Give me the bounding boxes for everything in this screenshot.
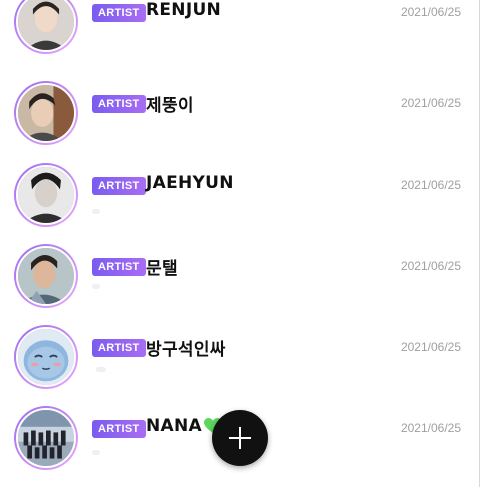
avatar[interactable] xyxy=(14,0,78,54)
artist-list-screen: ARTIST RENJUN 2021/06/25 ARTIST 제뚱이 2021… xyxy=(0,0,480,487)
profile-photo-icon xyxy=(16,165,76,225)
artist-badge: ARTIST xyxy=(92,4,146,22)
artist-badge: ARTIST xyxy=(92,177,146,195)
avatar[interactable] xyxy=(14,244,78,308)
post-date: 2021/06/25 xyxy=(400,421,461,435)
artist-name: RENJUN xyxy=(146,0,222,20)
post-date: 2021/06/25 xyxy=(400,259,461,273)
list-item[interactable]: ARTIST JAEHYUN 2021/06/25 xyxy=(0,163,474,244)
artist-name: 방구석인싸 xyxy=(146,340,226,360)
artist-name: NANA xyxy=(146,416,202,436)
cartoon-character-icon xyxy=(16,327,76,387)
plus-icon xyxy=(229,427,251,449)
avatar[interactable] xyxy=(14,81,78,145)
profile-photo-icon xyxy=(16,83,76,143)
artist-badge: ARTIST xyxy=(92,258,146,276)
blurred-preview xyxy=(96,367,106,372)
blurred-preview xyxy=(92,450,100,455)
list-item[interactable]: ARTIST 방구석인싸 2021/06/25 xyxy=(0,325,474,406)
artist-badge: ARTIST xyxy=(92,339,146,357)
avatar[interactable] xyxy=(14,406,78,470)
avatar[interactable] xyxy=(14,325,78,389)
post-date: 2021/06/25 xyxy=(400,96,461,110)
add-button[interactable] xyxy=(212,410,268,466)
artist-name: 제뚱이 xyxy=(146,96,194,116)
blurred-preview xyxy=(92,209,100,214)
post-date: 2021/06/25 xyxy=(400,178,461,192)
avatar[interactable] xyxy=(14,163,78,227)
artist-badge: ARTIST xyxy=(92,420,146,438)
list-item[interactable]: ARTIST 문탤 2021/06/25 xyxy=(0,244,474,325)
profile-photo-icon xyxy=(16,246,76,306)
artist-name: JAEHYUN xyxy=(146,173,234,193)
blurred-preview xyxy=(92,284,100,289)
profile-photo-icon xyxy=(16,0,76,52)
list-item[interactable]: ARTIST RENJUN 2021/06/25 xyxy=(0,0,474,71)
group-photo-icon xyxy=(16,408,76,468)
artist-name-row: NANA xyxy=(146,416,222,436)
post-date: 2021/06/25 xyxy=(400,340,461,354)
artist-name: 문탤 xyxy=(146,259,178,279)
list-item[interactable]: ARTIST 제뚱이 2021/06/25 xyxy=(0,81,474,162)
artist-badge: ARTIST xyxy=(92,95,146,113)
post-date: 2021/06/25 xyxy=(400,5,461,19)
